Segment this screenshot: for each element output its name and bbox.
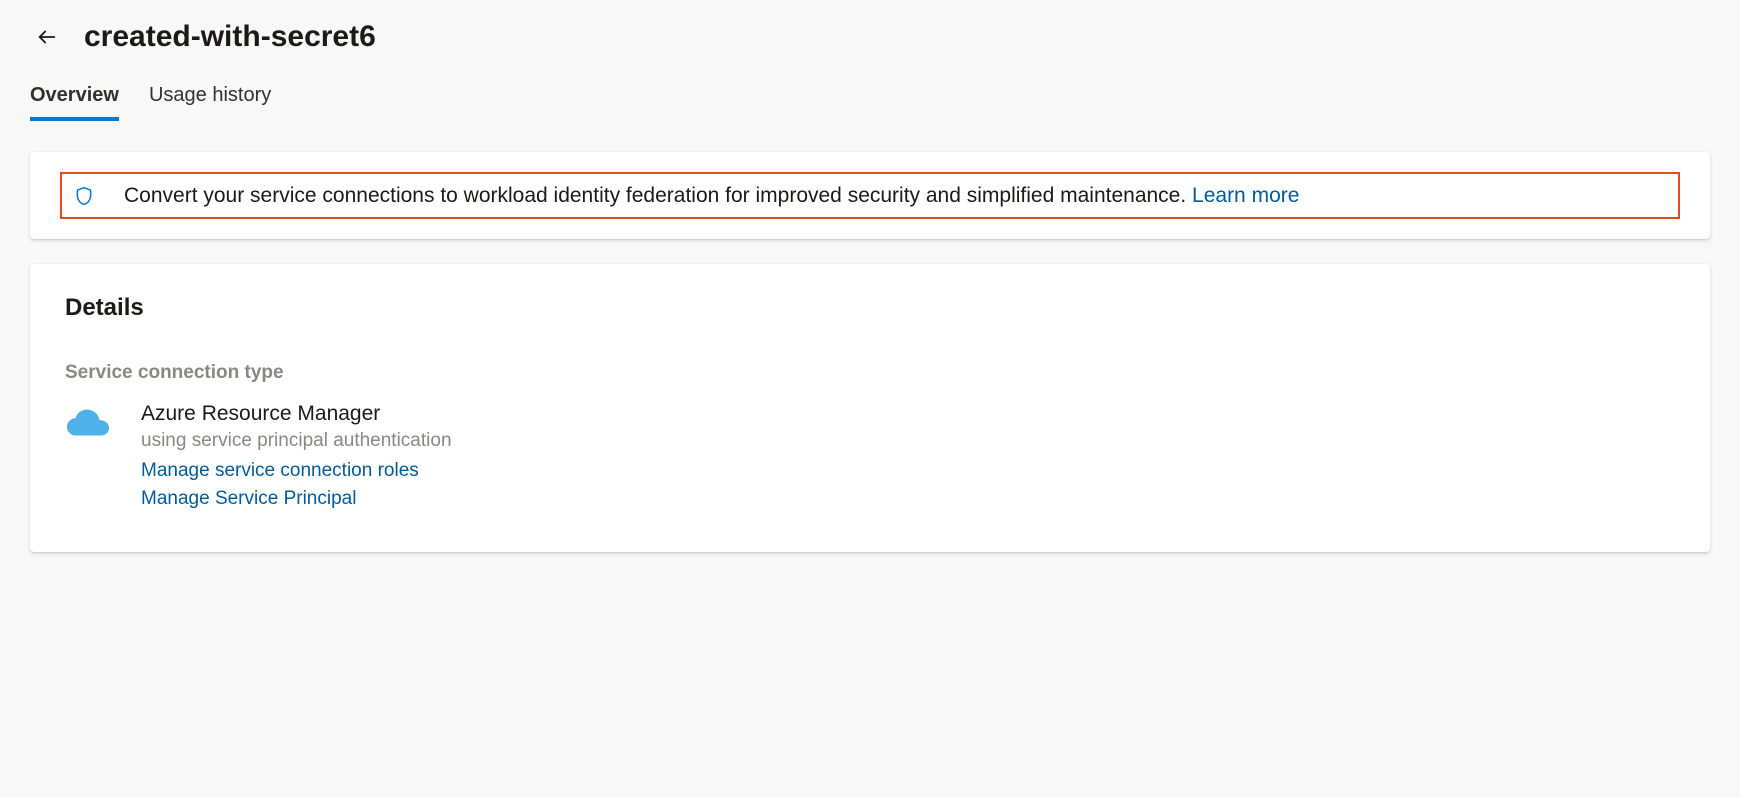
- tab-overview[interactable]: Overview: [30, 74, 119, 121]
- tabs: Overview Usage history: [0, 74, 1740, 122]
- connection-auth-method: using service principal authentication: [141, 430, 452, 452]
- page-header: created-with-secret6: [0, 20, 1740, 74]
- manage-roles-link[interactable]: Manage service connection roles: [141, 460, 452, 482]
- cloud-icon: [65, 408, 111, 443]
- arrow-left-icon: [36, 26, 58, 48]
- details-card: Details Service connection type Azure Re…: [30, 264, 1710, 552]
- info-banner-card: Convert your service connections to work…: [30, 152, 1710, 239]
- info-banner-text: Convert your service connections to work…: [124, 181, 1299, 210]
- connection-row: Azure Resource Manager using service pri…: [65, 402, 1675, 512]
- manage-principal-link[interactable]: Manage Service Principal: [141, 488, 452, 510]
- connection-type-label: Service connection type: [65, 362, 1675, 384]
- info-banner-message: Convert your service connections to work…: [124, 184, 1192, 207]
- shield-icon: [74, 186, 94, 206]
- info-banner-highlight: Convert your service connections to work…: [60, 172, 1680, 219]
- connection-info: Azure Resource Manager using service pri…: [141, 402, 452, 512]
- details-heading: Details: [65, 294, 1675, 322]
- back-button[interactable]: [30, 20, 64, 54]
- page-title: created-with-secret6: [84, 20, 376, 54]
- learn-more-link[interactable]: Learn more: [1192, 184, 1299, 207]
- tab-usage-history[interactable]: Usage history: [149, 74, 271, 121]
- connection-type-value: Azure Resource Manager: [141, 402, 452, 426]
